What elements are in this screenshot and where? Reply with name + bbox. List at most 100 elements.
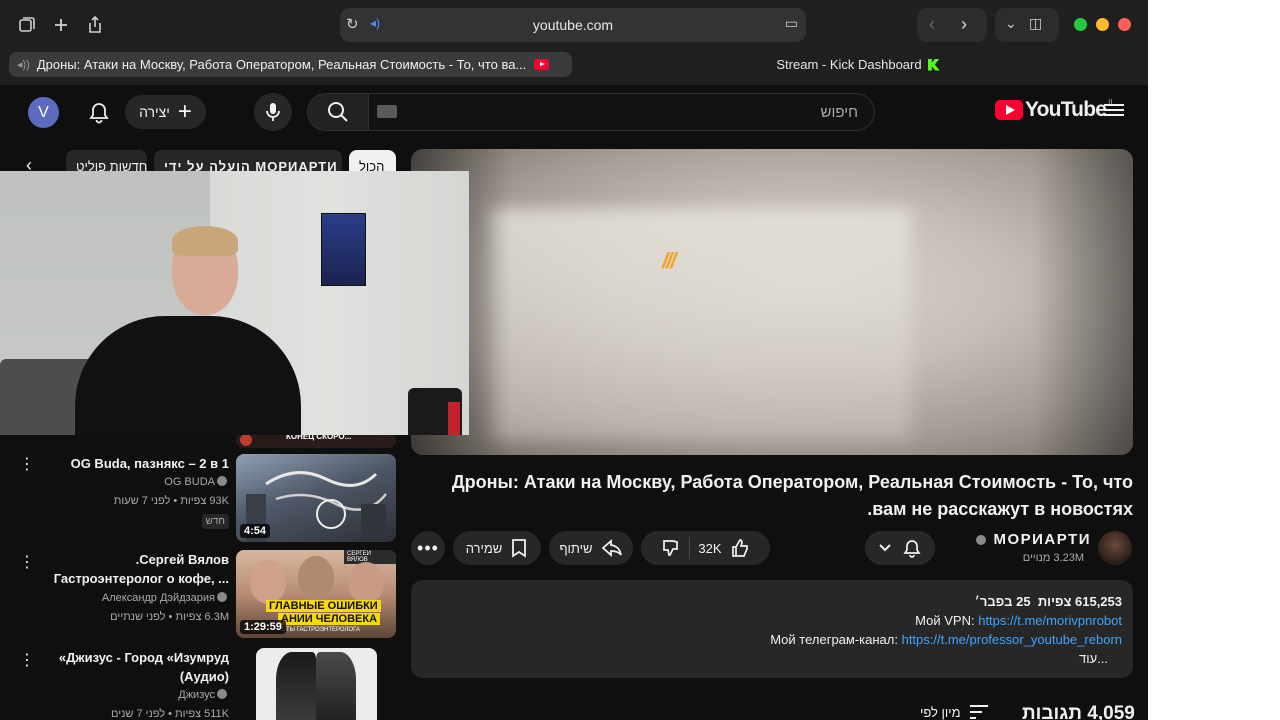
verified-icon: [217, 689, 227, 699]
bookmark-icon: [512, 539, 527, 558]
desktop-background: [1148, 0, 1280, 720]
new-badge: חדש: [201, 514, 229, 529]
description-box[interactable]: 615,253 צפיות 25 בפבר׳ Мой VPN: https://…: [411, 580, 1133, 678]
search-icon: [328, 102, 348, 122]
recommendation-title: OG Buda, пазнякс – 2 в 1: [70, 456, 229, 471]
person-image: [348, 562, 384, 604]
channel-name[interactable]: МОРИАРТИ: [960, 531, 1091, 548]
address-bar[interactable]: ↻ ◂) youtube.com ▭: [340, 8, 806, 42]
portrait-image: [316, 652, 356, 720]
new-tab-icon[interactable]: [46, 10, 76, 40]
channel-subscribers: 3.23M מנויים: [1022, 552, 1084, 564]
keyboard-icon[interactable]: [377, 105, 397, 118]
show-more-link[interactable]: ...עוד: [422, 649, 1122, 668]
description-line: Мой VPN: https://t.me/morivpnrobot: [422, 611, 1122, 630]
verified-icon: [217, 592, 227, 602]
vpn-link[interactable]: https://t.me/morivpnrobot: [978, 613, 1122, 628]
forward-icon[interactable]: ›: [961, 14, 967, 35]
recommendation-title-line2: (Аудио): [179, 669, 229, 684]
create-label: יצירה: [139, 104, 170, 120]
telegram-link[interactable]: https://t.me/professor_youtube_reborn: [902, 632, 1122, 647]
thumbnail-caption: ГЛАВНЫЕ ОШИБКИ: [266, 600, 381, 612]
tab-youtube[interactable]: ◂)) Дроны: Атаки на Москву, Работа Опера…: [9, 52, 572, 77]
youtube-logo[interactable]: YouTube IL: [995, 98, 1115, 122]
reader-mode-icon[interactable]: ▭: [785, 15, 798, 32]
tab-overview-icon[interactable]: [12, 10, 42, 40]
thumbnail-caption: АНИИ ЧЕЛОВЕКА: [278, 613, 381, 625]
sidebar-controls: ⌄ ◫: [995, 8, 1059, 42]
video-duration: 4:54: [240, 524, 271, 538]
video-duration: 1:29:59: [240, 620, 286, 634]
comments-count: 4,059 תגובות: [1022, 703, 1135, 720]
dislike-icon[interactable]: [661, 538, 681, 558]
divider: [689, 537, 691, 559]
person-image: [298, 556, 334, 600]
channel-name-text: МОРИАРТИ: [993, 531, 1091, 548]
share-icon: [601, 539, 622, 557]
list-item[interactable]: ⋮ Джизус - Город «Изумруд» (Аудио) Джизу…: [0, 648, 400, 720]
bell-icon: [903, 540, 921, 558]
chevron-down-icon[interactable]: ⌄: [1005, 15, 1017, 32]
like-icon[interactable]: [730, 538, 750, 558]
video-thumbnail[interactable]: 4:54: [236, 454, 396, 542]
reload-icon[interactable]: ↻: [346, 15, 359, 33]
share-label: שיתוף: [559, 540, 593, 556]
streamer-hair-image: [172, 226, 238, 256]
webcam-overlay: [0, 171, 469, 435]
chevron-down-icon: [879, 544, 891, 552]
close-window-button[interactable]: [1118, 18, 1131, 31]
youtube-play-icon: [995, 100, 1023, 120]
tab-kick[interactable]: Stream - Kick Dashboard: [575, 52, 1141, 77]
kick-favicon-icon: [927, 58, 940, 71]
person-image: [250, 560, 286, 604]
upload-date: 25 בפבר׳: [974, 594, 1031, 609]
sort-icon: [969, 705, 988, 719]
notifications-bell-icon[interactable]: [84, 98, 114, 128]
channel-text: OG BUDA: [164, 476, 215, 488]
channel-text: Александр Дэйдзария: [101, 592, 215, 604]
subscribed-button[interactable]: [865, 531, 935, 565]
back-icon[interactable]: ‹: [929, 14, 935, 35]
share-page-icon[interactable]: [80, 10, 110, 40]
list-item[interactable]: ⋮ OG Buda, пазнякс – 2 в 1 OG BUDA 93K צ…: [0, 454, 400, 544]
recommendation-title: Джизус - Город «Изумруд»: [58, 650, 229, 665]
hamburger-menu-icon[interactable]: [1104, 101, 1124, 121]
save-button[interactable]: שמירה: [453, 531, 541, 565]
list-item[interactable]: ⋮ Сергей Вялов. Гастроэнтеролог о кофе, …: [0, 550, 400, 640]
more-actions-button[interactable]: •••: [411, 531, 445, 565]
recommendation-channel: Джизус: [178, 689, 229, 701]
channel-avatar[interactable]: [1098, 531, 1132, 565]
wall-poster-image: [321, 213, 366, 286]
save-label: שמירה: [465, 540, 503, 556]
url-text: youtube.com: [532, 17, 614, 33]
plus-icon: +: [177, 98, 192, 125]
like-dislike-group: 32K: [641, 531, 770, 565]
tab-label: Stream - Kick Dashboard: [776, 57, 922, 72]
tab-label: Дроны: Атаки на Москву, Работа Операторо…: [36, 57, 527, 72]
video-thumbnail[interactable]: СЕРГЕЙ ВЯЛОВ ГЛАВНЫЕ ОШИБКИ АНИИ ЧЕЛОВЕК…: [236, 550, 396, 638]
recommendation-meta: 6.3M צפיות • לפני שנתיים: [110, 611, 229, 623]
like-count: 32K: [698, 540, 722, 556]
share-button[interactable]: שיתוף: [549, 531, 633, 565]
history-nav: ‹ ›: [917, 8, 987, 42]
audio-playing-icon[interactable]: ◂): [370, 16, 380, 30]
create-button[interactable]: יצירה +: [125, 95, 206, 129]
browser-chrome: ↻ ◂) youtube.com ▭ ‹ › ⌄ ◫ ◂)) Дроны: Ат…: [0, 0, 1148, 85]
search-button[interactable]: [307, 93, 369, 131]
account-avatar[interactable]: V: [28, 97, 59, 128]
video-player[interactable]: [411, 149, 1133, 455]
thumbnail-badge: [240, 434, 252, 446]
sidebar-toggle-icon[interactable]: ◫: [1029, 15, 1042, 32]
sort-label: מיון לפי: [920, 704, 961, 720]
youtube-favicon-icon: [534, 59, 550, 70]
speaker-icon[interactable]: ◂)): [17, 58, 30, 71]
logo-text: YouTube: [1025, 98, 1107, 121]
zoom-window-button[interactable]: [1074, 18, 1087, 31]
channel-text: Джизус: [178, 689, 215, 701]
minimize-window-button[interactable]: [1096, 18, 1109, 31]
video-thumbnail[interactable]: [256, 648, 377, 720]
search-input[interactable]: [368, 93, 875, 131]
sort-comments-button[interactable]: מיון לפי: [920, 704, 989, 720]
voice-search-button[interactable]: [254, 93, 292, 131]
video-title: Дроны: Атаки на Москву, Работа Операторо…: [451, 472, 1133, 519]
